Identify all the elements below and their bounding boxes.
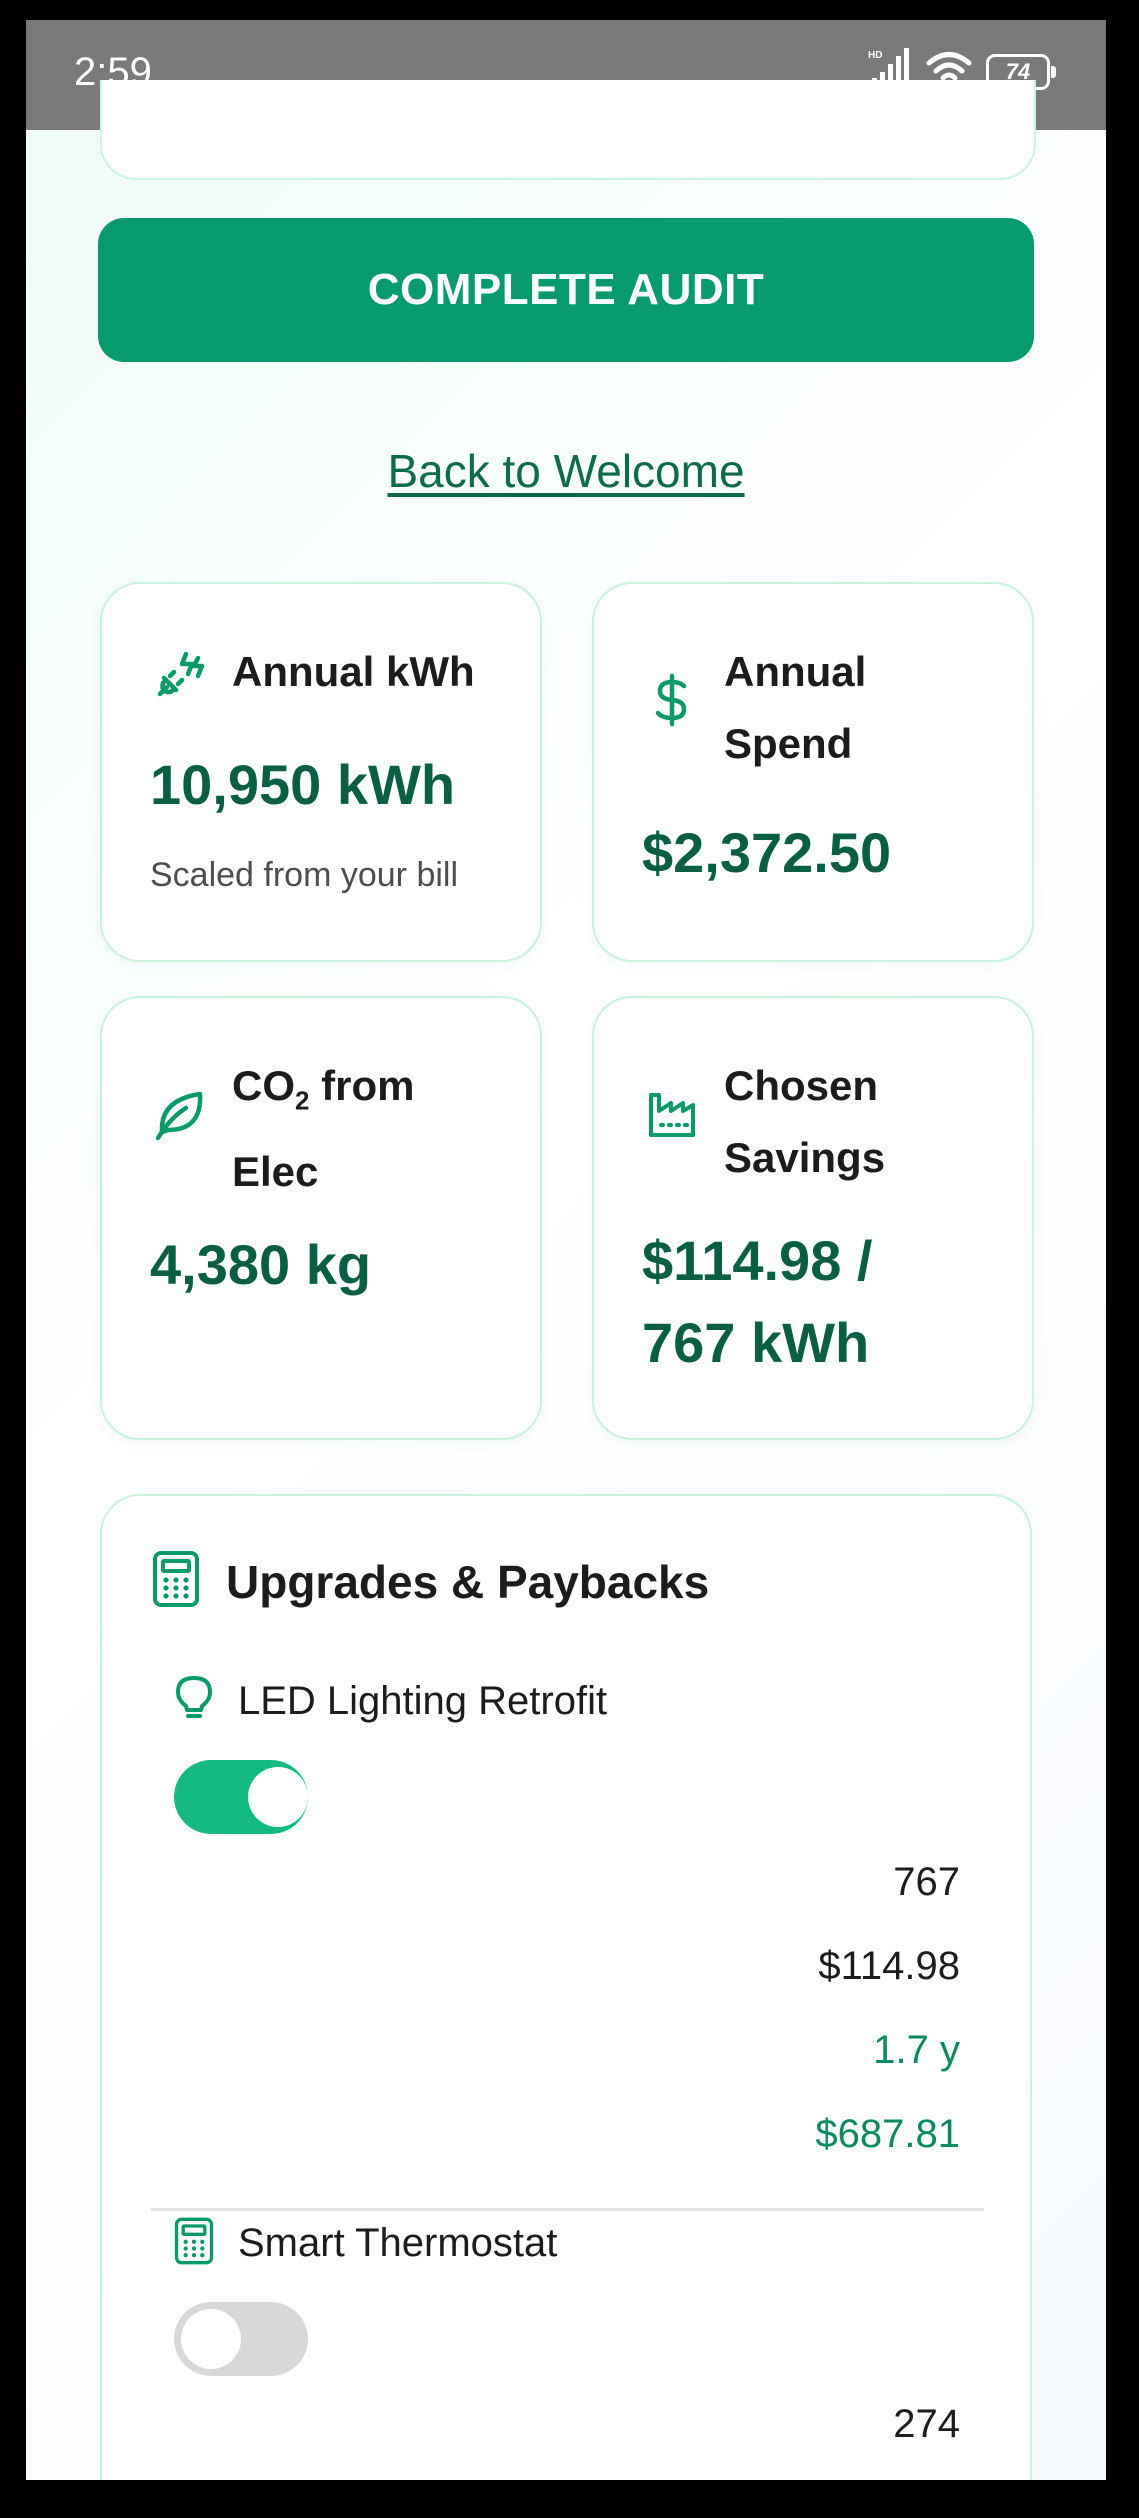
app-screen: 2:59 HD 74 COMPLETE AUDIT Back to Welcom… bbox=[26, 20, 1106, 2480]
back-to-welcome-link[interactable]: Back to Welcome bbox=[26, 444, 1106, 498]
upgrades-title: Upgrades & Paybacks bbox=[226, 1555, 710, 1608]
thermostat-toggle[interactable] bbox=[174, 2302, 308, 2376]
upgrade-payback: 1.7 y bbox=[873, 2028, 960, 2072]
led-toggle[interactable] bbox=[174, 1760, 308, 1834]
factory-icon bbox=[642, 1084, 702, 1144]
card-subtitle: Scaled from your bill bbox=[150, 856, 459, 894]
plug-icon bbox=[150, 644, 210, 704]
card-value: $2,372.50 bbox=[642, 821, 892, 884]
card-header: CO2 from Elec bbox=[150, 1050, 414, 1208]
leaf-icon bbox=[150, 1084, 210, 1144]
previous-card bbox=[100, 80, 1036, 180]
card-value: $114.98 /767 kWh bbox=[642, 1229, 873, 1374]
card-header: Annual kWh bbox=[150, 636, 475, 708]
annual-kwh-card: Annual kWh 10,950 kWh Scaled from your b… bbox=[100, 582, 542, 962]
upgrade-name: LED Lighting Retrofit bbox=[238, 1679, 608, 1723]
toggle-knob bbox=[248, 1767, 308, 1827]
annual-spend-card: Annual Spend $2,372.50 bbox=[592, 582, 1034, 962]
card-title: Chosen Savings bbox=[724, 1062, 886, 1181]
calculator-icon bbox=[152, 1550, 200, 1613]
svg-text:HD: HD bbox=[868, 50, 882, 61]
upgrade-name: Smart Thermostat bbox=[238, 2221, 558, 2265]
card-value: 10,950 kWh bbox=[150, 753, 456, 816]
card-title: Annual Spend bbox=[724, 648, 867, 767]
card-value: 4,380 kg bbox=[150, 1233, 372, 1296]
calculator-icon bbox=[174, 2216, 214, 2271]
divider bbox=[150, 2208, 984, 2211]
upgrade-item-thermostat: Smart Thermostat bbox=[174, 2216, 557, 2271]
complete-audit-button[interactable]: COMPLETE AUDIT bbox=[98, 218, 1034, 362]
upgrade-kwh: 767 bbox=[893, 1860, 960, 1904]
upgrades-card: Upgrades & Paybacks LED Lighting Retrofi… bbox=[100, 1494, 1032, 2480]
chosen-savings-card: Chosen Savings $114.98 /767 kWh bbox=[592, 996, 1034, 1440]
card-header: Chosen Savings bbox=[642, 1050, 885, 1194]
lightbulb-icon bbox=[174, 1674, 214, 1729]
card-title: Annual kWh bbox=[232, 648, 475, 695]
upgrade-savings: $114.98 bbox=[818, 1944, 960, 1988]
upgrade-item-led: LED Lighting Retrofit bbox=[174, 1674, 607, 1729]
card-header: Annual Spend bbox=[642, 636, 866, 780]
upgrades-header: Upgrades & Paybacks bbox=[152, 1550, 709, 1613]
card-title: CO2 from Elec bbox=[232, 1062, 415, 1196]
upgrade-kwh: 274 bbox=[893, 2402, 960, 2446]
dollar-icon bbox=[642, 670, 702, 730]
upgrade-net: $687.81 bbox=[815, 2112, 960, 2156]
toggle-knob bbox=[181, 2309, 241, 2369]
co2-card: CO2 from Elec 4,380 kg bbox=[100, 996, 542, 1440]
